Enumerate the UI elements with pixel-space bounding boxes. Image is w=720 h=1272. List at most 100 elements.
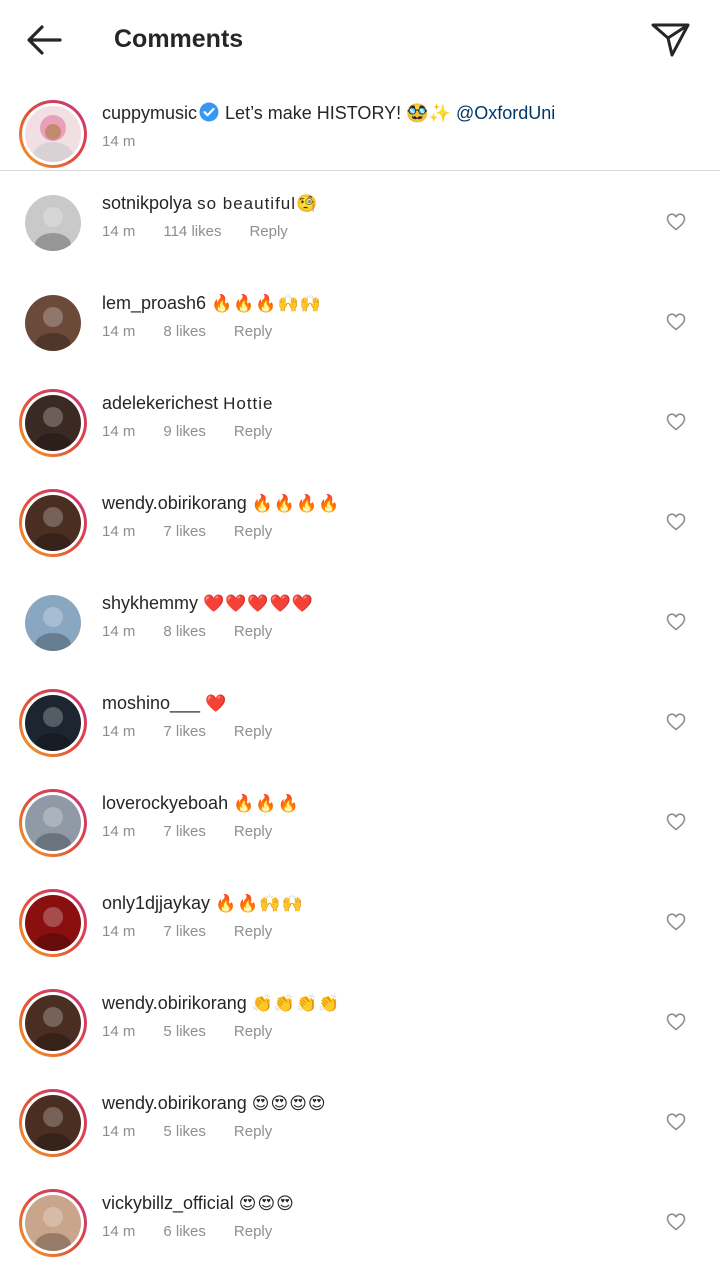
- reply-button[interactable]: Reply: [234, 522, 272, 542]
- post-caption: cuppymusic Let’s make HISTORY! 🥸✨ @Oxford…: [0, 80, 720, 171]
- comment-likes[interactable]: 8 likes: [163, 622, 206, 642]
- arrow-left-icon: [27, 25, 62, 55]
- like-button[interactable]: [666, 1212, 686, 1232]
- comment-text: Hottie: [223, 394, 274, 413]
- reply-button[interactable]: Reply: [234, 722, 272, 742]
- heart-icon: [666, 613, 686, 631]
- avatar[interactable]: [19, 589, 87, 657]
- reply-button[interactable]: Reply: [249, 222, 287, 242]
- like-button[interactable]: [666, 512, 686, 532]
- comment-time: 14 m: [102, 223, 136, 240]
- comment-likes[interactable]: 7 likes: [163, 822, 206, 842]
- comment-text: 🔥🔥🔥: [233, 794, 300, 813]
- reply-button[interactable]: Reply: [234, 1022, 272, 1042]
- avatar[interactable]: [19, 1189, 87, 1257]
- comment-row: moshino___ ❤️ 14 m 7 likes Reply: [0, 672, 720, 772]
- profile-photo: [25, 395, 81, 451]
- reply-button[interactable]: Reply: [234, 422, 272, 442]
- comment-row: adelekerichest Hottie 14 m 9 likes Reply: [0, 372, 720, 472]
- heart-icon: [666, 413, 686, 431]
- comment-likes[interactable]: 9 likes: [163, 422, 206, 442]
- reply-button[interactable]: Reply: [234, 1122, 272, 1142]
- reply-button[interactable]: Reply: [234, 622, 272, 642]
- like-button[interactable]: [666, 312, 686, 332]
- comment-username[interactable]: wendy.obirikorang: [102, 993, 247, 1013]
- comment-text: 😍😍😍😍: [251, 1094, 327, 1113]
- comment-row: shykhemmy ❤️❤️❤️❤️❤️ 14 m 8 likes Reply: [0, 572, 720, 672]
- comment-likes[interactable]: 5 likes: [163, 1122, 206, 1142]
- back-button[interactable]: [22, 20, 66, 60]
- comment-username[interactable]: wendy.obirikorang: [102, 493, 247, 513]
- comment-username[interactable]: wendy.obirikorang: [102, 1093, 247, 1113]
- caption-username[interactable]: cuppymusic: [102, 103, 197, 123]
- caption-time: 14 m: [102, 133, 136, 150]
- comment-username[interactable]: loverockyeboah: [102, 793, 228, 813]
- heart-icon: [666, 813, 686, 831]
- comment-username[interactable]: sotnikpolya: [102, 193, 192, 213]
- comment-username[interactable]: only1djjaykay: [102, 893, 210, 913]
- comment-row: sotnikpolya so beautiful🧐 14 m 114 likes Re…: [0, 172, 720, 272]
- avatar[interactable]: [19, 689, 87, 757]
- like-button[interactable]: [666, 712, 686, 732]
- profile-photo: [25, 895, 81, 951]
- profile-photo: [25, 695, 81, 751]
- comment-username[interactable]: adelekerichest: [102, 393, 218, 413]
- comment-username[interactable]: lem_proash6: [102, 293, 206, 313]
- comment-text: 🔥🔥🔥🙌🙌: [211, 294, 322, 313]
- comment-meta: 14 m 7 likes Reply: [102, 922, 300, 942]
- reply-button[interactable]: Reply: [234, 1222, 272, 1242]
- page-title: Comments: [114, 25, 244, 53]
- comment-likes[interactable]: 114 likes: [163, 222, 221, 242]
- profile-photo: [25, 195, 81, 251]
- comment-text: ❤️: [205, 694, 228, 713]
- comment-time: 14 m: [102, 923, 136, 940]
- comment-row: loverockyeboah 🔥🔥🔥 14 m 7 likes Reply: [0, 772, 720, 872]
- avatar[interactable]: [19, 289, 87, 357]
- like-button[interactable]: [666, 912, 686, 932]
- comment-likes[interactable]: 5 likes: [163, 1022, 206, 1042]
- comment-row: wendy.obirikorang 🔥🔥🔥🔥 14 m 7 likes Reply: [0, 472, 720, 572]
- comment-row: wendy.obirikorang 😍😍😍😍 14 m 5 likes Reply: [0, 1072, 720, 1172]
- like-button[interactable]: [666, 812, 686, 832]
- comment-row: vickybillz_official 😍😍😍 14 m 6 likes Reply: [0, 1172, 720, 1272]
- comment-meta: 14 m 8 likes Reply: [102, 322, 300, 342]
- comment-likes[interactable]: 7 likes: [163, 922, 206, 942]
- comment-username[interactable]: moshino___: [102, 693, 200, 713]
- comment-text: ❤️❤️❤️❤️❤️: [203, 594, 314, 613]
- comment-likes[interactable]: 7 likes: [163, 722, 206, 742]
- avatar[interactable]: [19, 789, 87, 857]
- like-button[interactable]: [666, 1012, 686, 1032]
- comment-username[interactable]: vickybillz_official: [102, 1193, 234, 1213]
- heart-icon: [666, 213, 686, 231]
- reply-button[interactable]: Reply: [234, 322, 272, 342]
- avatar[interactable]: [19, 1089, 87, 1157]
- comment-line: moshino___ ❤️: [102, 690, 227, 717]
- comment-line: wendy.obirikorang 😍😍😍😍: [102, 1090, 327, 1117]
- avatar[interactable]: [19, 189, 87, 257]
- comment-likes[interactable]: 6 likes: [163, 1222, 206, 1242]
- comment-likes[interactable]: 8 likes: [163, 322, 206, 342]
- avatar[interactable]: [19, 889, 87, 957]
- comment-likes[interactable]: 7 likes: [163, 522, 206, 542]
- reply-button[interactable]: Reply: [234, 922, 272, 942]
- paper-plane-icon: [651, 23, 690, 57]
- caption-mention[interactable]: @OxfordUni: [456, 103, 555, 123]
- comment-username[interactable]: shykhemmy: [102, 593, 198, 613]
- like-button[interactable]: [666, 412, 686, 432]
- profile-photo: [25, 295, 81, 351]
- comment-line: loverockyeboah 🔥🔥🔥: [102, 790, 300, 817]
- like-button[interactable]: [666, 612, 686, 632]
- comment-time: 14 m: [102, 1223, 136, 1240]
- comment-line: wendy.obirikorang 👏👏👏👏: [102, 990, 340, 1017]
- share-button[interactable]: [648, 16, 692, 60]
- avatar[interactable]: [19, 989, 87, 1057]
- comment-meta: 14 m 6 likes Reply: [102, 1222, 300, 1242]
- comment-row: wendy.obirikorang 👏👏👏👏 14 m 5 likes Reply: [0, 972, 720, 1072]
- avatar[interactable]: [19, 100, 87, 168]
- reply-button[interactable]: Reply: [234, 822, 272, 842]
- avatar[interactable]: [19, 389, 87, 457]
- like-button[interactable]: [666, 1112, 686, 1132]
- comment-line: adelekerichest Hottie: [102, 390, 274, 417]
- like-button[interactable]: [666, 212, 686, 232]
- avatar[interactable]: [19, 489, 87, 557]
